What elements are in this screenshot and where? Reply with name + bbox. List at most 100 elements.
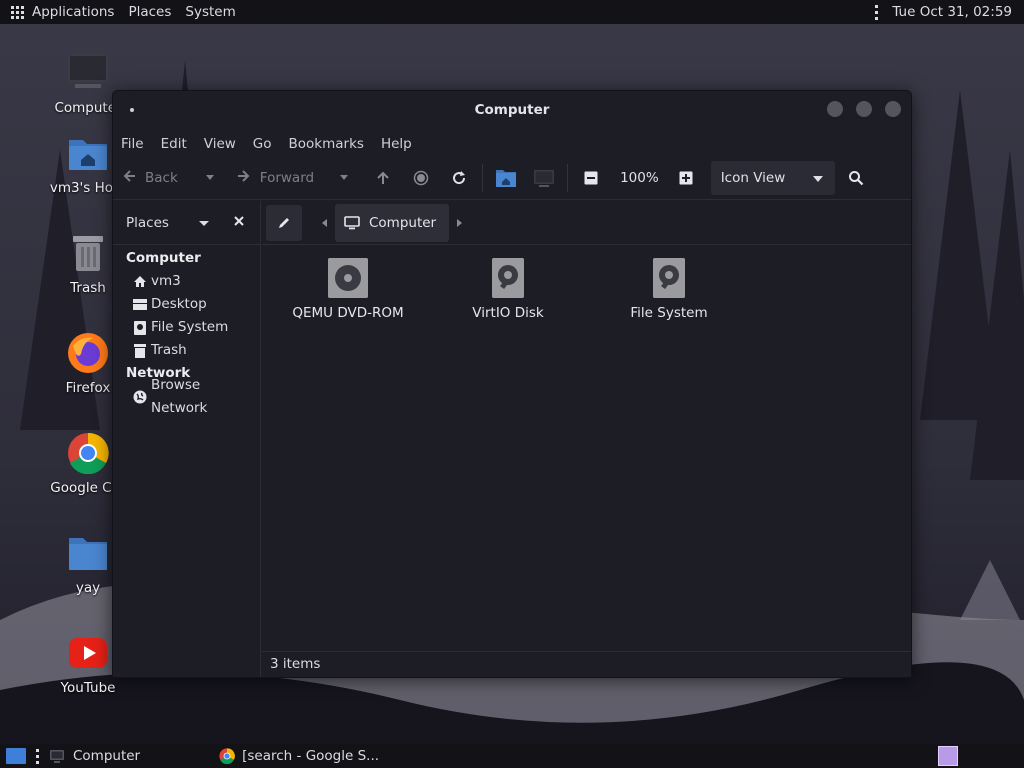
file-label: VirtIO Disk [472, 305, 544, 321]
window-title: Computer [474, 102, 550, 118]
file-item-qemu-dvd-rom[interactable]: QEMU DVD-ROM [268, 258, 428, 321]
stop-button[interactable] [406, 163, 436, 193]
toolbar-separator [482, 163, 484, 192]
sidebar-group-computer: Computer [126, 250, 201, 266]
show-desktop-button[interactable] [6, 748, 26, 764]
top-menu-applications[interactable]: Applications [32, 4, 121, 20]
sidebar: Places Computer vm3 Desktop File System [113, 201, 261, 677]
file-manager-window: Computer File Edit View Go Bookmarks Hel… [112, 90, 912, 678]
sidebar-item-label: Browse Network [151, 376, 208, 416]
workspace-switcher[interactable] [938, 746, 958, 766]
chevron-down-icon[interactable] [199, 221, 209, 226]
sidebar-item-desktop[interactable]: Desktop [113, 293, 260, 316]
sidebar-item-label: Desktop [151, 296, 207, 312]
home-button[interactable] [491, 163, 521, 193]
panel-handle-icon[interactable] [36, 748, 39, 764]
menu-bar: File Edit View Go Bookmarks Help [113, 131, 911, 156]
computer-icon [344, 215, 360, 229]
desktop-icon-label: yay [75, 580, 101, 596]
search-icon [848, 170, 863, 185]
menu-view[interactable]: View [204, 136, 236, 152]
menu-go[interactable]: Go [253, 136, 272, 152]
stop-icon [413, 170, 429, 185]
forward-arrow-icon [236, 169, 250, 187]
task-computer[interactable]: Computer [49, 748, 140, 764]
sidebar-item-browse-network[interactable]: Browse Network [113, 377, 260, 416]
toolbar-separator [567, 163, 569, 192]
location-bar: Computer [262, 201, 911, 245]
window-titlebar[interactable]: Computer [113, 91, 911, 131]
maximize-button[interactable] [856, 101, 872, 117]
zoom-in-icon [679, 171, 693, 184]
edit-location-button[interactable] [266, 204, 302, 241]
task-label: Computer [73, 748, 141, 764]
sidebar-item-label: vm3 [151, 273, 181, 289]
youtube-icon [67, 632, 109, 674]
forward-button[interactable]: Forward [236, 163, 314, 193]
reload-icon [453, 170, 466, 184]
clock[interactable]: Tue Oct 31, 02:59 [892, 4, 1024, 20]
disk-icon [653, 258, 685, 298]
home-folder-icon [67, 132, 109, 174]
close-button[interactable] [885, 101, 901, 117]
task-google-search[interactable]: [search - Google S... [219, 748, 379, 764]
home-folder-icon [496, 169, 517, 187]
menu-file[interactable]: File [121, 136, 144, 152]
trash-icon [67, 232, 109, 274]
computer-icon [534, 169, 555, 187]
file-item-virtio-disk[interactable]: VirtIO Disk [428, 258, 588, 321]
close-sidebar-icon[interactable] [233, 215, 245, 231]
file-item-file-system[interactable]: File System [589, 258, 749, 321]
zoom-out-button[interactable] [576, 163, 606, 193]
top-menu-system[interactable]: System [178, 4, 242, 20]
drive-icon [133, 320, 147, 335]
status-bar: 3 items [262, 651, 911, 677]
view-mode-select[interactable]: Icon View [710, 160, 835, 195]
home-icon [133, 275, 147, 289]
computer-button[interactable] [529, 163, 559, 193]
breadcrumb-computer[interactable]: Computer [335, 203, 450, 242]
file-label: File System [630, 305, 708, 321]
chevron-down-icon [340, 175, 349, 180]
sidebar-item-file-system[interactable]: File System [113, 316, 260, 339]
pencil-icon [279, 217, 289, 228]
up-button[interactable] [368, 163, 398, 193]
zoom-out-icon [584, 171, 598, 184]
back-arrow-icon [123, 169, 137, 187]
file-manager-icon [50, 750, 64, 763]
view-mode-value: Icon View [720, 169, 786, 186]
menu-bookmarks[interactable]: Bookmarks [289, 136, 364, 152]
up-arrow-icon [377, 171, 389, 184]
desktop-icon-label: Firefox [65, 380, 111, 396]
forward-label: Forward [259, 169, 315, 186]
minimize-button[interactable] [827, 101, 843, 117]
computer-icon [67, 52, 109, 94]
chevron-down-icon [812, 175, 823, 182]
path-scroll-left-icon[interactable] [322, 218, 327, 227]
folder-icon [67, 532, 109, 574]
zoom-in-button[interactable] [671, 163, 701, 193]
back-button[interactable]: Back [123, 163, 178, 193]
chevron-down-icon [205, 175, 214, 180]
apps-grid-icon[interactable] [11, 5, 24, 19]
firefox-icon [67, 332, 109, 374]
back-history-dropdown[interactable] [200, 163, 220, 193]
top-menu-places[interactable]: Places [121, 4, 178, 20]
search-button[interactable] [841, 163, 871, 193]
sidebar-item-trash[interactable]: Trash [113, 339, 260, 362]
optical-drive-icon [328, 258, 368, 298]
panel-handle-icon[interactable] [875, 4, 879, 20]
reload-button[interactable] [444, 163, 474, 193]
file-view[interactable]: QEMU DVD-ROM VirtIO Disk File System [262, 246, 911, 651]
chrome-icon [67, 432, 109, 475]
sidebar-pane-select[interactable]: Places [126, 215, 169, 231]
path-scroll-right-icon[interactable] [457, 218, 463, 227]
menu-edit[interactable]: Edit [161, 136, 187, 152]
task-label: [search - Google S... [242, 748, 380, 764]
desktop-icon-label: YouTube [60, 680, 116, 696]
sidebar-item-vm3[interactable]: vm3 [113, 270, 260, 293]
zoom-level: 100% [620, 169, 659, 186]
breadcrumb-label: Computer [369, 214, 437, 231]
forward-history-dropdown[interactable] [334, 163, 354, 193]
menu-help[interactable]: Help [381, 136, 412, 152]
